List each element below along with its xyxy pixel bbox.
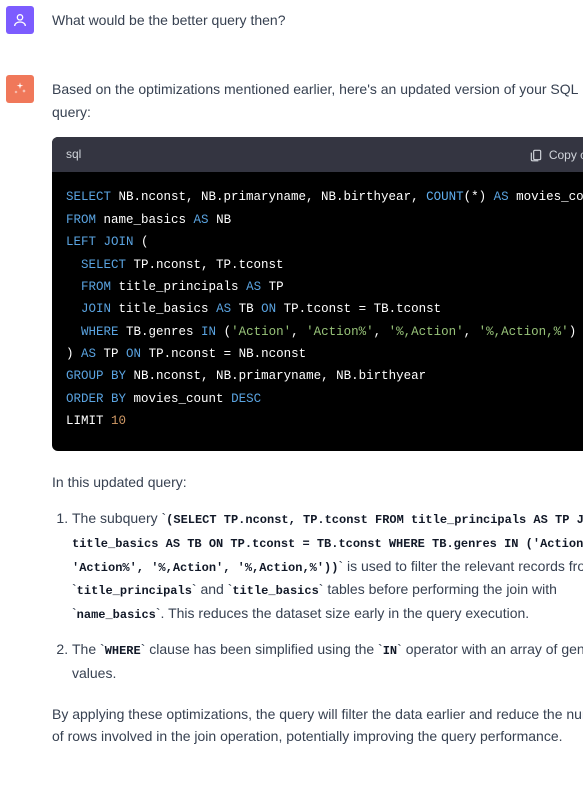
list-item: The subquery `(SELECT TP.nconst, TP.tcon…	[72, 507, 583, 626]
user-message-text: What would be the better query then?	[52, 9, 569, 31]
code-block: sql Copy code SELECT NB.nconst, NB.prima…	[52, 137, 583, 450]
inline-code: WHERE	[105, 644, 141, 658]
code-content: SELECT NB.nconst, NB.primaryname, NB.bir…	[66, 190, 583, 428]
user-message-row: What would be the better query then?	[0, 0, 583, 69]
inline-code: title_basics	[232, 584, 318, 598]
user-message: What would be the better query then?	[52, 6, 583, 45]
text: ` and `	[192, 581, 232, 597]
inline-code: name_basics	[77, 608, 156, 622]
inline-code: IN	[383, 644, 397, 658]
code-pre[interactable]: SELECT NB.nconst, NB.primaryname, NB.bir…	[52, 172, 583, 450]
clipboard-icon	[529, 148, 543, 162]
text: ` clause has been simplified using the `	[141, 641, 383, 657]
ai-avatar	[6, 75, 34, 103]
person-icon	[12, 12, 28, 28]
text: The `	[72, 641, 105, 657]
code-lang-label: sql	[66, 145, 81, 164]
ai-message-row: Based on the optimizations mentioned ear…	[0, 69, 583, 785]
text: `. This reduces the dataset size early i…	[156, 605, 529, 621]
inline-code: title_principals	[77, 584, 192, 598]
list-item: The `WHERE` clause has been simplified u…	[72, 638, 583, 685]
user-avatar	[6, 6, 34, 34]
copy-code-label: Copy code	[549, 148, 583, 162]
explain-list: The subquery `(SELECT TP.nconst, TP.tcon…	[52, 507, 583, 685]
code-header: sql Copy code	[52, 137, 583, 172]
sparkle-icon	[12, 81, 28, 97]
text: The subquery `	[72, 510, 166, 526]
ai-message: Based on the optimizations mentioned ear…	[52, 75, 583, 761]
ai-intro-text: Based on the optimizations mentioned ear…	[52, 78, 583, 123]
copy-code-button[interactable]: Copy code	[529, 148, 583, 162]
closing-text: By applying these optimizations, the que…	[52, 703, 583, 748]
explain-heading: In this updated query:	[52, 471, 583, 493]
